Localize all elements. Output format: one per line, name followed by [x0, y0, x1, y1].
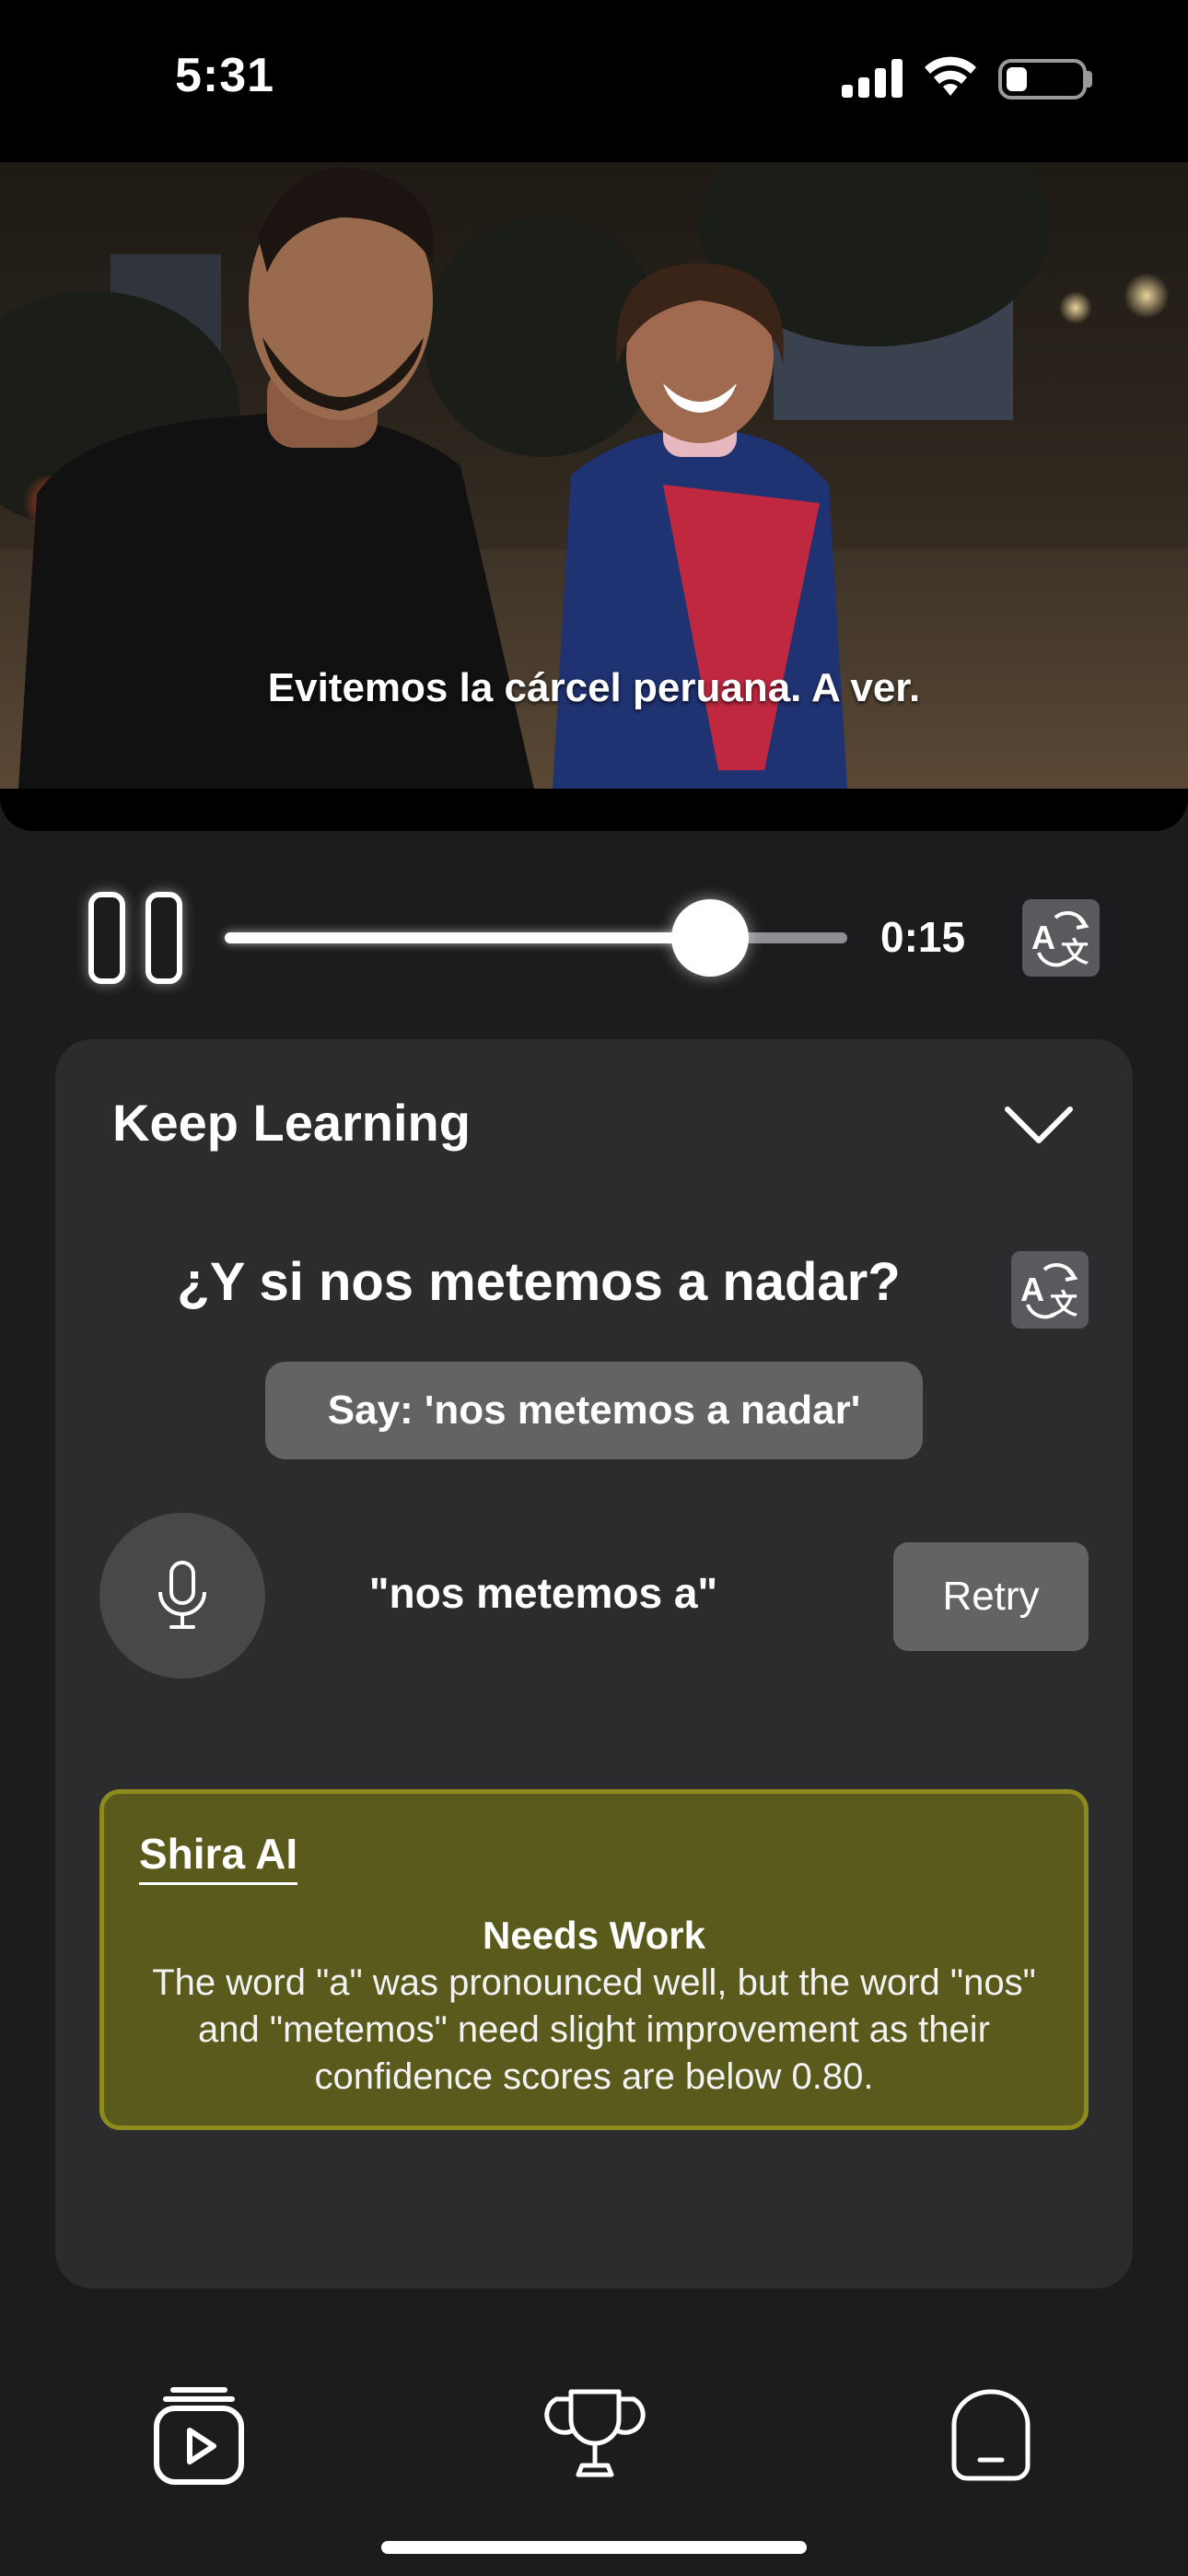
practice-sentence: ¿Y si nos metemos a nadar?: [177, 1252, 901, 1312]
microphone-button[interactable]: [99, 1513, 265, 1679]
progress-fill: [225, 932, 710, 943]
trophy-icon[interactable]: [540, 2379, 650, 2489]
feedback-author: Shira AI: [139, 1829, 298, 1885]
status-time: 5:31: [175, 49, 275, 102]
translate-icon[interactable]: A 文: [1022, 899, 1100, 977]
svg-text:A: A: [1020, 1270, 1044, 1308]
video-player[interactable]: Evitemos la cárcel peruana. A ver.: [0, 162, 1188, 789]
feedback-body: The word "a" was pronounced well, but th…: [152, 1962, 1036, 2097]
progress-slider[interactable]: [225, 899, 847, 977]
feedback-status: Needs Work: [483, 1914, 705, 1957]
video-stack-icon[interactable]: [144, 2379, 254, 2489]
home-indicator[interactable]: [381, 2541, 807, 2554]
elapsed-time: 0:15: [880, 913, 966, 961]
retry-button[interactable]: Retry: [893, 1542, 1089, 1651]
street-light: [1059, 291, 1092, 324]
battery-icon: [998, 59, 1087, 100]
card-title: Keep Learning: [112, 1094, 471, 1152]
battery-cap: [1087, 71, 1092, 88]
speech-transcript: "nos metemos a": [368, 1569, 718, 1617]
svg-text:A: A: [1031, 919, 1055, 956]
street-light: [1124, 273, 1170, 319]
signal-icon: [842, 59, 904, 98]
profile-icon[interactable]: [936, 2379, 1046, 2489]
progress-thumb[interactable]: [671, 899, 749, 977]
video-bottom-edge: [0, 789, 1188, 831]
video-caption: Evitemos la cárcel peruana. A ver.: [267, 665, 921, 710]
keep-learning-card: Keep Learning ¿Y si nos metemos a nadar?…: [55, 1039, 1133, 2289]
status-bar: 5:31: [0, 0, 1188, 162]
ai-feedback-box: Shira AI Needs Work The word "a" was pro…: [99, 1789, 1089, 2130]
say-prompt: Say: 'nos metemos a nadar': [265, 1362, 923, 1459]
pause-button[interactable]: [88, 892, 186, 984]
translate-icon[interactable]: A 文: [1011, 1251, 1089, 1329]
microphone-icon: [158, 1561, 206, 1629]
chevron-down-icon[interactable]: [1004, 1106, 1074, 1146]
wifi-icon: [925, 56, 976, 96]
